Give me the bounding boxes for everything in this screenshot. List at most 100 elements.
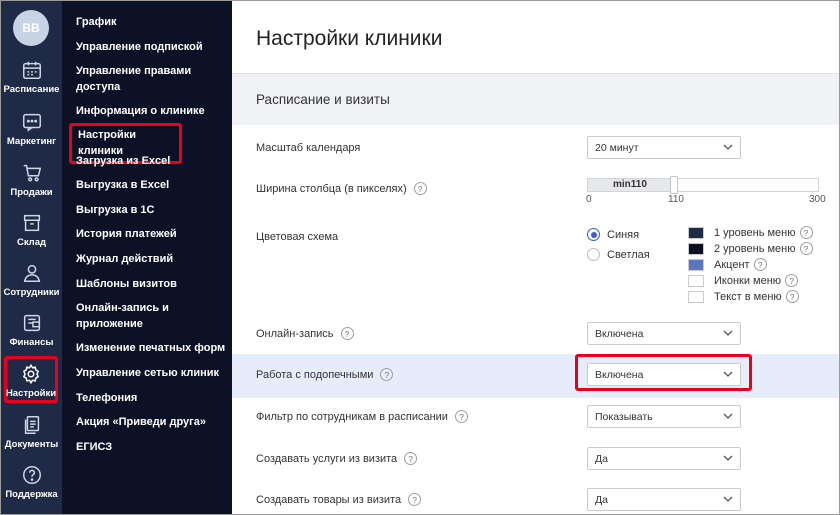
rail-label: Финансы	[9, 337, 54, 348]
gear-icon	[22, 363, 40, 385]
wallet-icon	[23, 314, 40, 332]
menu-item-subscription[interactable]: Управление подпиской	[76, 40, 226, 56]
help-icon[interactable]: ?	[404, 452, 418, 465]
menu-item-clinic-network[interactable]: Управление сетью клиник	[76, 366, 226, 382]
swatch-menu-icons: Иконки меню ?	[688, 274, 799, 287]
goods-from-visit-label: Создавать товары из визита ?	[256, 493, 422, 506]
swatch-accent: Акцент ?	[688, 258, 767, 271]
avatar[interactable]: BB	[13, 10, 49, 46]
chevron-down-icon	[723, 455, 733, 461]
help-icon[interactable]: ?	[454, 410, 468, 423]
section-title: Расписание и визиты	[256, 92, 390, 107]
help-icon[interactable]: ?	[753, 258, 767, 271]
rail-label: Продажи	[10, 187, 53, 198]
chevron-down-icon	[723, 496, 733, 502]
app-window: BB Расписание Маркетинг Продажи Склад Со…	[0, 0, 840, 515]
menu-item-print-forms[interactable]: Изменение печатных форм	[76, 341, 226, 357]
rail-label: Расписание	[3, 84, 60, 95]
menu-item-online-booking[interactable]: Онлайн-запись и приложение	[76, 301, 176, 332]
help-icon[interactable]: ?	[799, 242, 813, 255]
online-booking-label: Онлайн-запись ?	[256, 327, 354, 340]
chevron-down-icon	[723, 144, 733, 150]
rail-label: Поддержка	[5, 489, 58, 500]
rail-label: Настройки	[5, 388, 57, 399]
calendar-scale-select[interactable]: 20 минут	[587, 136, 741, 159]
rail-item-settings[interactable]: Настройки	[4, 356, 58, 403]
rail-label: Маркетинг	[6, 136, 57, 147]
menu-item-payment-history[interactable]: История платежей	[76, 227, 226, 243]
menu-item-clinic-info[interactable]: Информация о клинике	[76, 104, 226, 120]
column-width-slider[interactable]: min110	[587, 176, 819, 194]
staff-filter-select[interactable]: Показывать	[587, 405, 741, 428]
rail-item-support[interactable]: Поддержка	[1, 464, 62, 514]
question-icon	[22, 466, 41, 484]
box-icon	[23, 214, 40, 232]
chevron-down-icon	[723, 413, 733, 419]
menu-item-excel-import[interactable]: Загрузка из Excel	[76, 154, 226, 170]
main-content: Настройки клиники Расписание и визиты Ма…	[232, 1, 839, 514]
column-width-label: Ширина столбца (в пикселях) ?	[256, 182, 427, 195]
rail-label: Склад	[16, 237, 47, 248]
color-swatch[interactable]	[688, 226, 704, 239]
rail-item-marketing[interactable]: Маркетинг	[1, 111, 62, 161]
help-icon[interactable]: ?	[785, 290, 799, 303]
help-icon[interactable]: ?	[380, 368, 394, 381]
page-title: Настройки клиники	[256, 27, 443, 50]
wards-label: Работа с подопечными ?	[256, 368, 394, 381]
swatch-level2: 2 уровень меню ?	[688, 242, 813, 255]
goods-from-visit-select[interactable]: Да	[587, 488, 741, 511]
help-icon[interactable]: ?	[413, 182, 427, 195]
color-swatch[interactable]	[688, 274, 704, 287]
rail-item-schedule[interactable]: Расписание	[1, 59, 62, 109]
chat-icon	[22, 113, 41, 132]
calendar-icon	[22, 61, 41, 79]
menu-item-schedule[interactable]: График	[76, 15, 226, 31]
color-swatch[interactable]	[688, 290, 704, 303]
slider-tick-max: 300	[809, 194, 826, 205]
swatch-level1: 1 уровень меню ?	[688, 226, 813, 239]
swatch-menu-text: Текст в меню ?	[688, 290, 799, 303]
help-icon[interactable]: ?	[799, 226, 813, 239]
services-from-visit-label: Создавать услуги из визита ?	[256, 452, 418, 465]
slider-tick-min: 0	[586, 194, 592, 205]
color-scheme-light-radio[interactable]: Светлая	[587, 248, 650, 261]
rail-label: Документы	[4, 439, 59, 450]
rail-item-warehouse[interactable]: Склад	[1, 212, 62, 262]
menu-item-1c-export[interactable]: Выгрузка в 1С	[76, 203, 226, 219]
slider-handle[interactable]	[670, 176, 678, 194]
slider-tick-value: 110	[668, 194, 684, 205]
menu-item-access-rights[interactable]: Управление правами доступа	[76, 64, 226, 95]
staff-filter-label: Фильтр по сотрудникам в расписании ?	[256, 410, 468, 423]
settings-menu: График Управление подпиской Управление п…	[62, 1, 232, 514]
menu-item-egisz[interactable]: ЕГИСЗ	[76, 440, 226, 456]
color-swatch[interactable]	[688, 258, 704, 271]
online-booking-select[interactable]: Включена	[587, 322, 741, 345]
color-scheme-blue-radio[interactable]: Синяя	[587, 228, 639, 241]
slider-value-label: min110	[613, 179, 647, 190]
rail-item-staff[interactable]: Сотрудники	[1, 262, 62, 312]
section-header: Расписание и визиты	[232, 73, 839, 125]
menu-item-refer-friend[interactable]: Акция «Приведи друга»	[76, 415, 226, 431]
menu-item-visit-templates[interactable]: Шаблоны визитов	[76, 277, 226, 293]
radio-dot	[587, 228, 600, 241]
chevron-down-icon	[723, 330, 733, 336]
rail-label: Сотрудники	[3, 287, 60, 298]
color-swatch[interactable]	[688, 242, 704, 255]
menu-item-excel-export[interactable]: Выгрузка в Excel	[76, 178, 226, 194]
wards-select-highlight-box	[575, 354, 752, 391]
help-icon[interactable]: ?	[785, 274, 799, 287]
help-icon[interactable]: ?	[340, 327, 354, 340]
services-from-visit-select[interactable]: Да	[587, 447, 741, 470]
cart-icon	[23, 164, 41, 182]
rail-item-documents[interactable]: Документы	[1, 414, 62, 464]
color-scheme-label: Цветовая схема	[256, 231, 339, 243]
rail-item-sales[interactable]: Продажи	[1, 162, 62, 212]
menu-item-action-log[interactable]: Журнал действий	[76, 252, 226, 268]
icon-rail: BB Расписание Маркетинг Продажи Склад Со…	[1, 1, 62, 514]
help-icon[interactable]: ?	[408, 493, 422, 506]
rail-item-finance[interactable]: Финансы	[1, 312, 62, 362]
documents-icon	[24, 416, 39, 434]
menu-item-telephony[interactable]: Телефония	[76, 391, 226, 407]
calendar-scale-label: Масштаб календаря	[256, 142, 361, 154]
radio-dot	[587, 248, 600, 261]
